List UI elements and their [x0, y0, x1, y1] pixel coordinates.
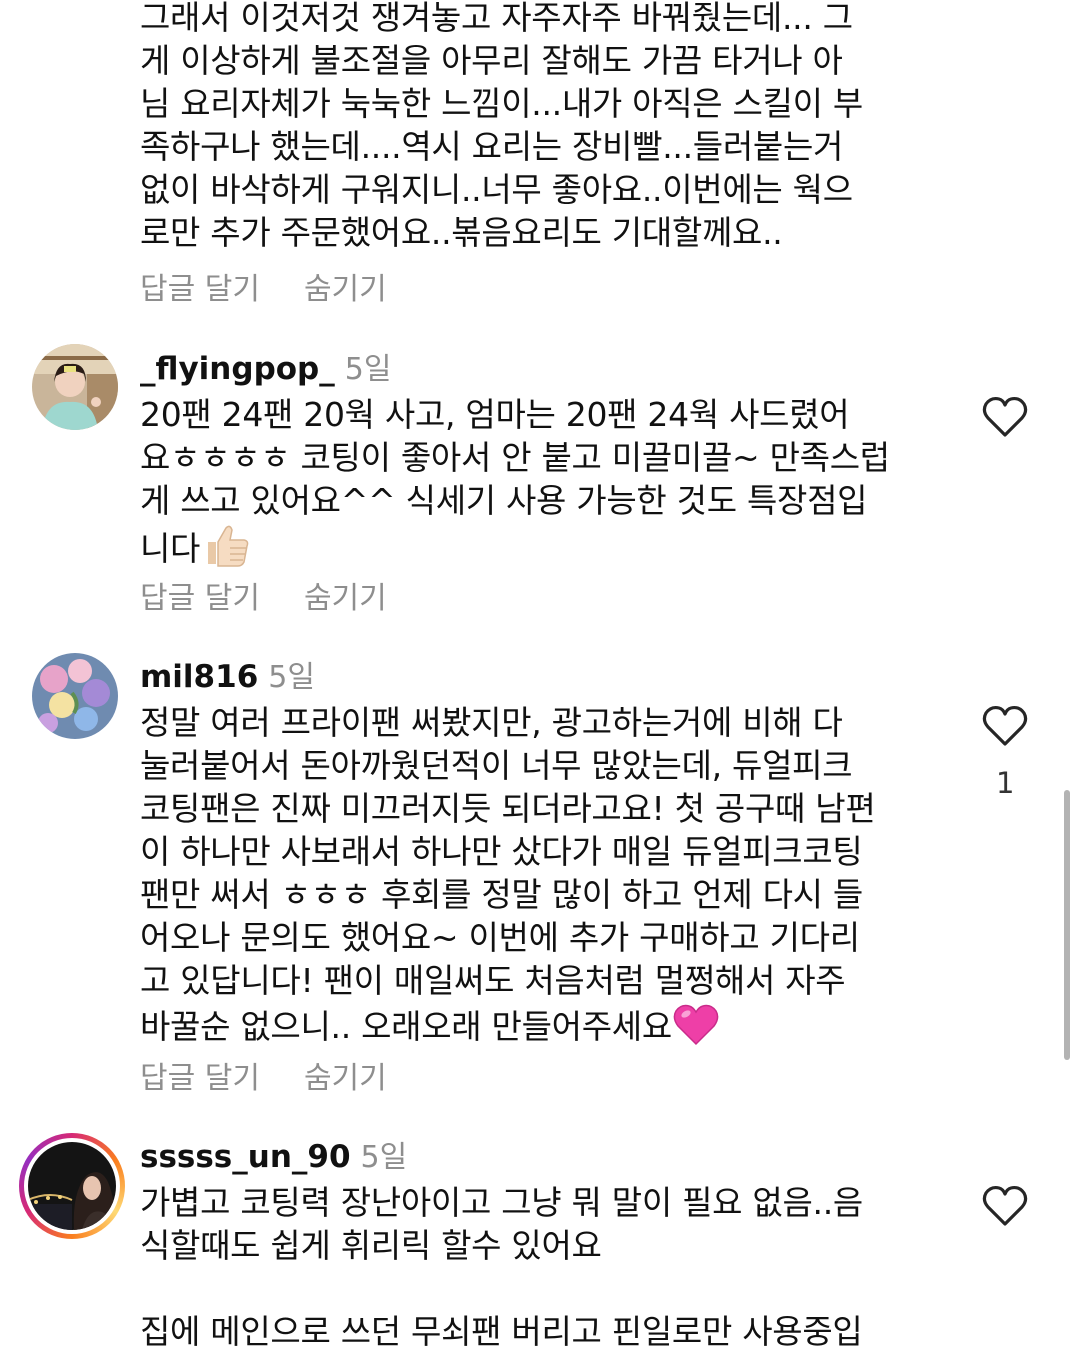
reply-button[interactable]: 답글 달기 — [140, 581, 260, 617]
comment-actions: 답글 달기 숨기기 — [140, 1061, 387, 1097]
username[interactable]: mil816 — [140, 659, 258, 695]
hide-button[interactable]: 숨기기 — [304, 581, 387, 617]
comment-text: 가볍고 코팅력 장난아이고 그냥 뭐 말이 필요 없음..음 식할때도 쉽게 휘… — [140, 1183, 863, 1350]
heart-outline-icon[interactable] — [982, 396, 1028, 438]
hide-button[interactable]: 숨기기 — [304, 272, 387, 308]
like-count: 1 — [996, 766, 1015, 800]
comment-actions: 답글 달기 숨기기 — [140, 581, 387, 617]
reply-button[interactable]: 답글 달기 — [140, 272, 260, 308]
comment-text: 20팬 24팬 20웍 사고, 엄마는 20팬 24웍 사드렸어 요ㅎㅎㅎㅎ 코… — [140, 393, 930, 578]
scrollbar[interactable] — [1064, 790, 1070, 1060]
username[interactable]: sssss_un_90 — [140, 1139, 351, 1175]
comment-header: _flyingpop_ 5일 — [140, 344, 391, 388]
comment-header: mil816 5일 — [140, 652, 315, 696]
comment-body: 정말 여러 프라이팬 써봤지만, 광고하는거에 비해 다 눌러붙어서 돈아까웠던… — [140, 703, 876, 1046]
comment-text: 정말 여러 프라이팬 써봤지만, 광고하는거에 비해 다 눌러붙어서 돈아까웠던… — [140, 701, 930, 1056]
thumbs-up-emoji — [200, 522, 250, 578]
comment-header: sssss_un_90 5일 — [140, 1132, 407, 1176]
timestamp: 5일 — [344, 352, 392, 387]
avatar[interactable] — [32, 344, 118, 430]
reply-button[interactable]: 답글 달기 — [140, 1061, 260, 1097]
pink-heart-emoji — [672, 1002, 720, 1056]
timestamp: 5일 — [360, 1140, 408, 1175]
hide-button[interactable]: 숨기기 — [304, 1061, 387, 1097]
comments-screen: 그래서 이것저것 쟁겨놓고 자주자주 바꿔줬는데... 그 게 이상하게 불조절… — [0, 0, 1080, 1350]
avatar[interactable] — [32, 653, 118, 739]
username[interactable]: _flyingpop_ — [140, 351, 335, 387]
comment-text: 그래서 이것저것 쟁겨놓고 자주자주 바꿔줬는데... 그 게 이상하게 불조절… — [140, 0, 863, 252]
avatar-story-ring[interactable] — [19, 1133, 125, 1239]
timestamp: 5일 — [268, 660, 315, 695]
heart-outline-icon[interactable] — [982, 705, 1028, 747]
comment-actions: 답글 달기 숨기기 — [140, 272, 387, 308]
comment-body: 20팬 24팬 20웍 사고, 엄마는 20팬 24웍 사드렸어 요ㅎㅎㅎㅎ 코… — [140, 395, 890, 568]
heart-outline-icon[interactable] — [982, 1185, 1028, 1227]
